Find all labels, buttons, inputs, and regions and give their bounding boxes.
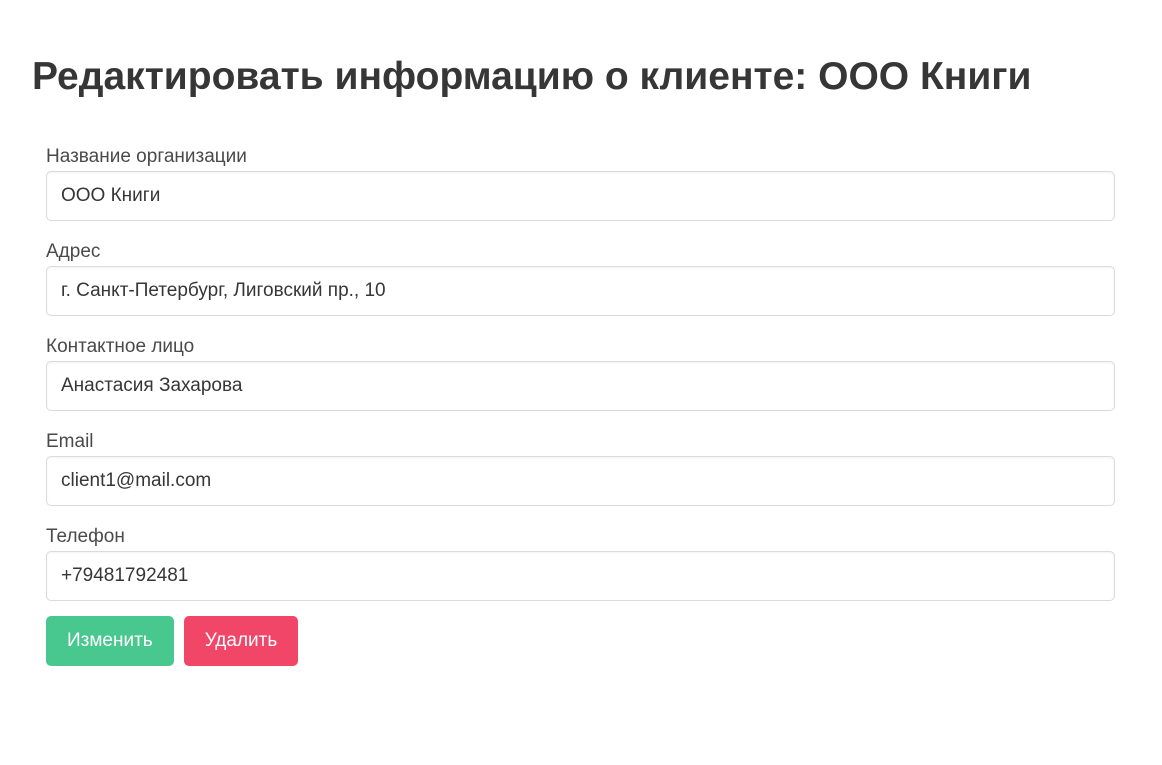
update-button[interactable]: Изменить [46, 616, 174, 666]
field-contact-person: Контактное лицо [46, 333, 1115, 428]
field-address: Адрес [46, 238, 1115, 333]
field-email: Email [46, 428, 1115, 523]
phone-input[interactable] [46, 551, 1115, 601]
page-title: Редактировать информацию о клиенте: ООО … [32, 55, 1032, 98]
email-input[interactable] [46, 456, 1115, 506]
organization-name-input[interactable] [46, 171, 1115, 221]
phone-label: Телефон [46, 526, 125, 547]
field-organization-name: Название организации [46, 143, 1115, 238]
field-phone: Телефон [46, 523, 1115, 618]
contact-person-input[interactable] [46, 361, 1115, 411]
address-input[interactable] [46, 266, 1115, 316]
contact-person-label: Контактное лицо [46, 336, 195, 357]
organization-name-label: Название организации [46, 146, 247, 167]
delete-button[interactable]: Удалить [183, 616, 299, 666]
form-buttons: Изменить Удалить [46, 616, 1115, 666]
address-label: Адрес [46, 241, 101, 262]
email-label: Email [46, 431, 94, 452]
edit-client-form: Название организации Адрес Контактное ли… [46, 143, 1115, 666]
page: Редактировать информацию о клиенте: ООО … [0, 0, 1162, 765]
